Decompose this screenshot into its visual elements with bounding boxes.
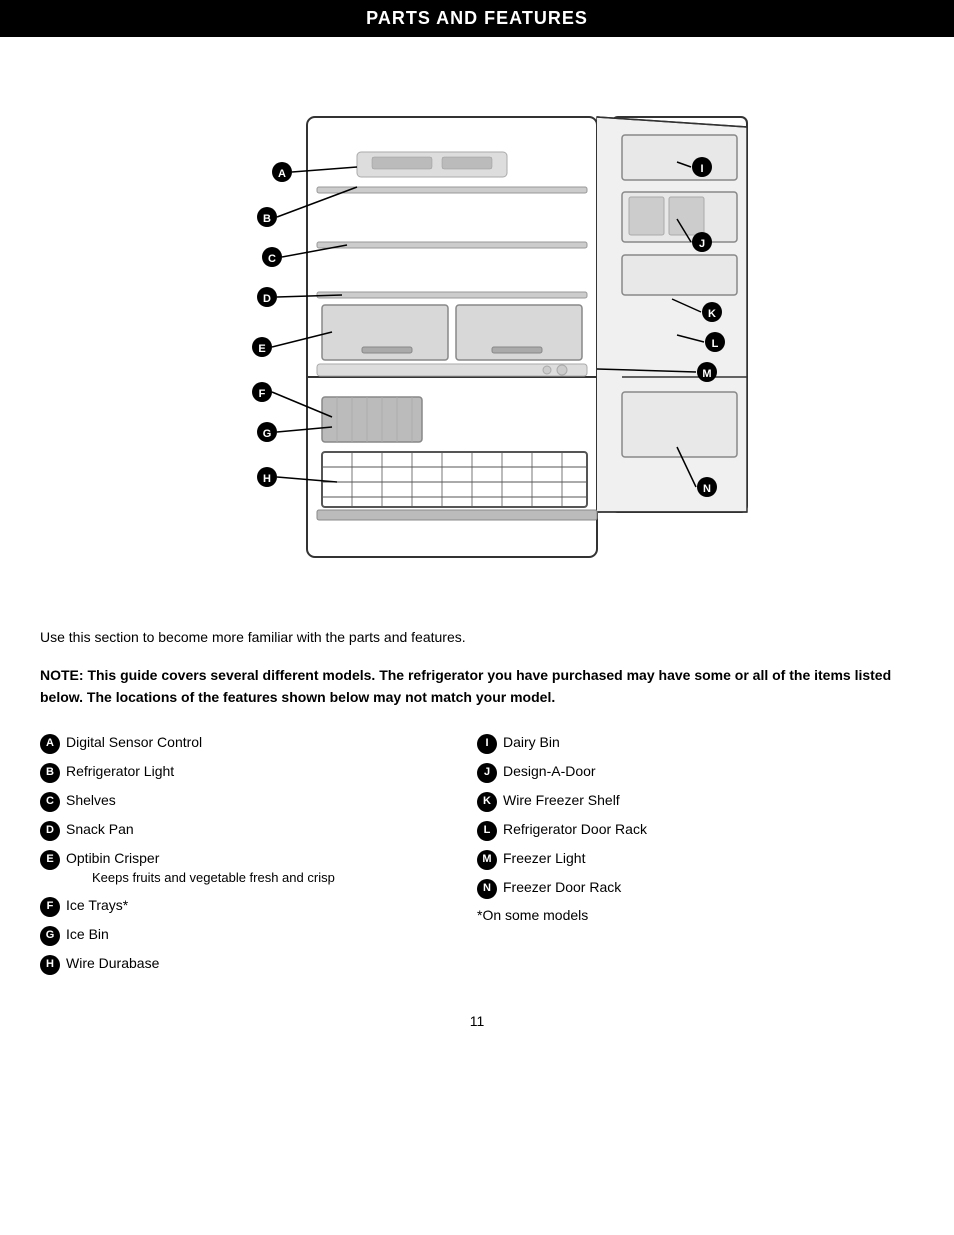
part-badge-J: J	[477, 763, 497, 783]
part-badge-I: I	[477, 734, 497, 754]
part-badge-A: A	[40, 734, 60, 754]
part-label-D: Snack Pan	[66, 820, 477, 840]
part-item-D: D Snack Pan	[40, 820, 477, 841]
part-item-G: G Ice Bin	[40, 925, 477, 946]
part-label-M: Freezer Light	[503, 849, 914, 869]
svg-text:B: B	[263, 213, 271, 225]
part-badge-E: E	[40, 850, 60, 870]
part-badge-D: D	[40, 821, 60, 841]
svg-text:D: D	[263, 293, 271, 305]
part-item-B: B Refrigerator Light	[40, 762, 477, 783]
part-label-J: Design-A-Door	[503, 762, 914, 782]
part-item-K: K Wire Freezer Shelf	[477, 791, 914, 812]
main-content: A B C D E F G	[0, 57, 954, 1069]
part-label-B: Refrigerator Light	[66, 762, 477, 782]
part-label-G: Ice Bin	[66, 925, 477, 945]
part-label-N: Freezer Door Rack	[503, 878, 914, 898]
part-item-H: H Wire Durabase	[40, 954, 477, 975]
part-item-L: L Refrigerator Door Rack	[477, 820, 914, 841]
part-label-C: Shelves	[66, 791, 477, 811]
part-badge-N: N	[477, 879, 497, 899]
part-item-C: C Shelves	[40, 791, 477, 812]
part-label-K: Wire Freezer Shelf	[503, 791, 914, 811]
refrigerator-diagram: A B C D E F G	[167, 57, 787, 597]
description-text: Use this section to become more familiar…	[40, 627, 914, 648]
parts-list: A Digital Sensor Control B Refrigerator …	[40, 733, 914, 983]
svg-text:N: N	[703, 483, 711, 495]
svg-text:I: I	[700, 163, 703, 175]
part-item-N: N Freezer Door Rack	[477, 878, 914, 899]
svg-text:E: E	[258, 343, 265, 355]
part-label-I: Dairy Bin	[503, 733, 914, 753]
part-badge-G: G	[40, 926, 60, 946]
svg-text:A: A	[278, 168, 286, 180]
svg-text:C: C	[268, 253, 276, 265]
diagram-container: A B C D E F G	[40, 57, 914, 597]
part-label-F: Ice Trays*	[66, 896, 477, 916]
part-badge-K: K	[477, 792, 497, 812]
svg-text:K: K	[708, 308, 716, 320]
page-title: PARTS AND FEATURES	[20, 8, 934, 29]
part-badge-B: B	[40, 763, 60, 783]
part-badge-M: M	[477, 850, 497, 870]
svg-text:L: L	[712, 338, 719, 350]
svg-text:J: J	[699, 238, 705, 250]
svg-text:H: H	[263, 473, 271, 485]
part-badge-C: C	[40, 792, 60, 812]
page-number: 11	[40, 1013, 914, 1029]
part-badge-L: L	[477, 821, 497, 841]
part-item-F: F Ice Trays*	[40, 896, 477, 917]
part-label-A: Digital Sensor Control	[66, 733, 477, 753]
part-item-E: E Optibin CrisperKeeps fruits and vegeta…	[40, 849, 477, 888]
part-label-E: Optibin CrisperKeeps fruits and vegetabl…	[66, 849, 477, 888]
footnote-text: *On some models	[477, 907, 914, 923]
part-item-I: I Dairy Bin	[477, 733, 914, 754]
part-label-H: Wire Durabase	[66, 954, 477, 974]
part-badge-H: H	[40, 955, 60, 975]
svg-text:F: F	[259, 388, 266, 400]
part-label-L: Refrigerator Door Rack	[503, 820, 914, 840]
parts-column-right: I Dairy Bin J Design-A-Door K Wire Freez…	[477, 733, 914, 983]
part-item-A: A Digital Sensor Control	[40, 733, 477, 754]
page-header: PARTS AND FEATURES	[0, 0, 954, 37]
svg-text:M: M	[702, 368, 711, 380]
part-subtext-E: Keeps fruits and vegetable fresh and cri…	[92, 869, 477, 887]
part-badge-F: F	[40, 897, 60, 917]
part-item-J: J Design-A-Door	[477, 762, 914, 783]
part-item-M: M Freezer Light	[477, 849, 914, 870]
note-text: NOTE: This guide covers several differen…	[40, 664, 914, 709]
svg-text:G: G	[263, 428, 272, 440]
parts-column-left: A Digital Sensor Control B Refrigerator …	[40, 733, 477, 983]
